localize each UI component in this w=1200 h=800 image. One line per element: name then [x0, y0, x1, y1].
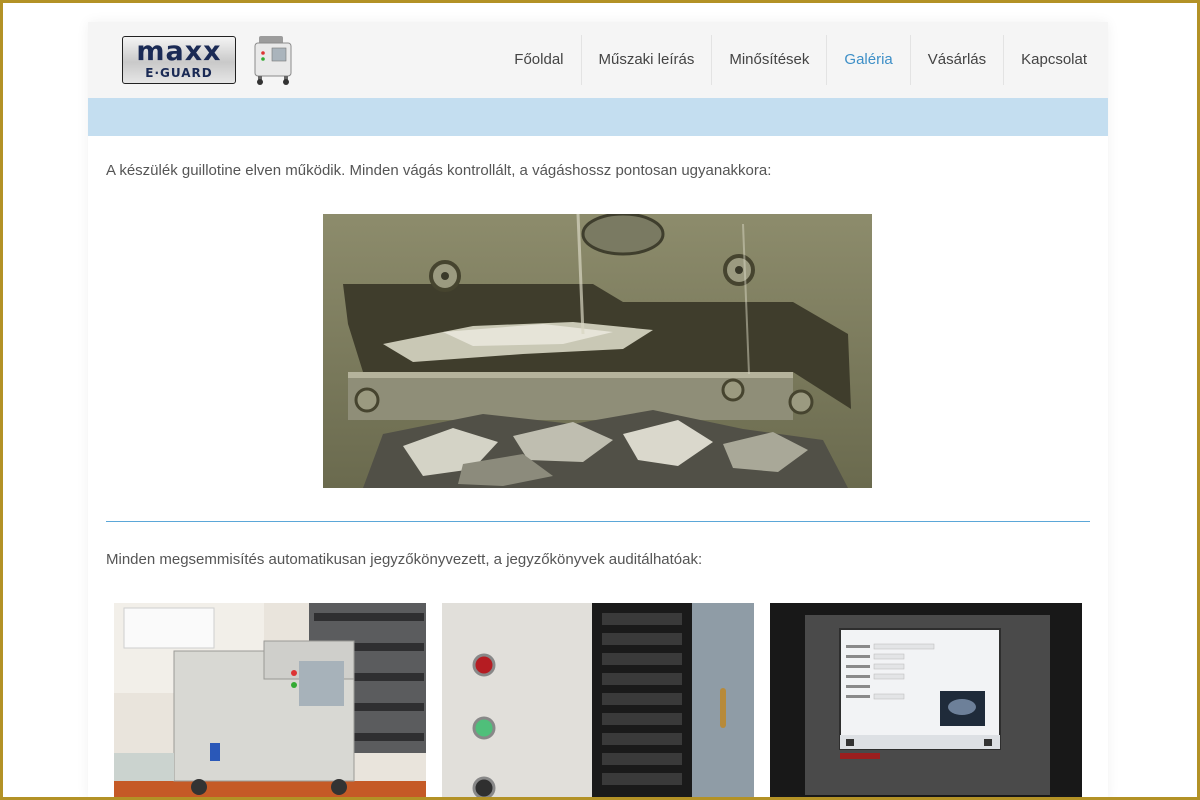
nav-item-minositesek[interactable]: Minősítések	[711, 35, 826, 85]
logo-text-maxx: maxx	[136, 36, 222, 67]
site-header: maxx E·GUARD Főoldal Műszaki leírás Minő…	[88, 22, 1108, 98]
gallery-photo-drive-stack[interactable]	[442, 603, 754, 800]
page-container: maxx E·GUARD Főoldal Műszaki leírás Minő…	[88, 22, 1108, 800]
maxx-eguard-logo[interactable]: maxx E·GUARD	[122, 36, 236, 84]
section-divider	[106, 521, 1090, 522]
nav-item-galeria[interactable]: Galéria	[826, 35, 909, 85]
nav-item-muszaki-leiras[interactable]: Műszaki leírás	[580, 35, 712, 85]
logo-text-eguard: E·GUARD	[145, 66, 213, 80]
main-navigation: Főoldal Műszaki leírás Minősítések Galér…	[497, 35, 1104, 85]
guillotine-cutting-photo[interactable]	[323, 214, 872, 488]
gallery-photo-control-panel[interactable]	[770, 603, 1082, 800]
shredder-machine-icon	[254, 36, 292, 85]
nav-item-fooldal[interactable]: Főoldal	[497, 35, 580, 85]
nav-item-vasarlas[interactable]: Vásárlás	[909, 35, 1003, 85]
page-title-band	[88, 98, 1108, 136]
gallery-photo-machine[interactable]	[114, 603, 426, 800]
guillotine-description: A készülék guillotine elven működik. Min…	[106, 162, 772, 179]
protocol-description: Minden megsemmisítés automatikusan jegyz…	[106, 551, 703, 568]
nav-item-kapcsolat[interactable]: Kapcsolat	[1003, 35, 1104, 85]
